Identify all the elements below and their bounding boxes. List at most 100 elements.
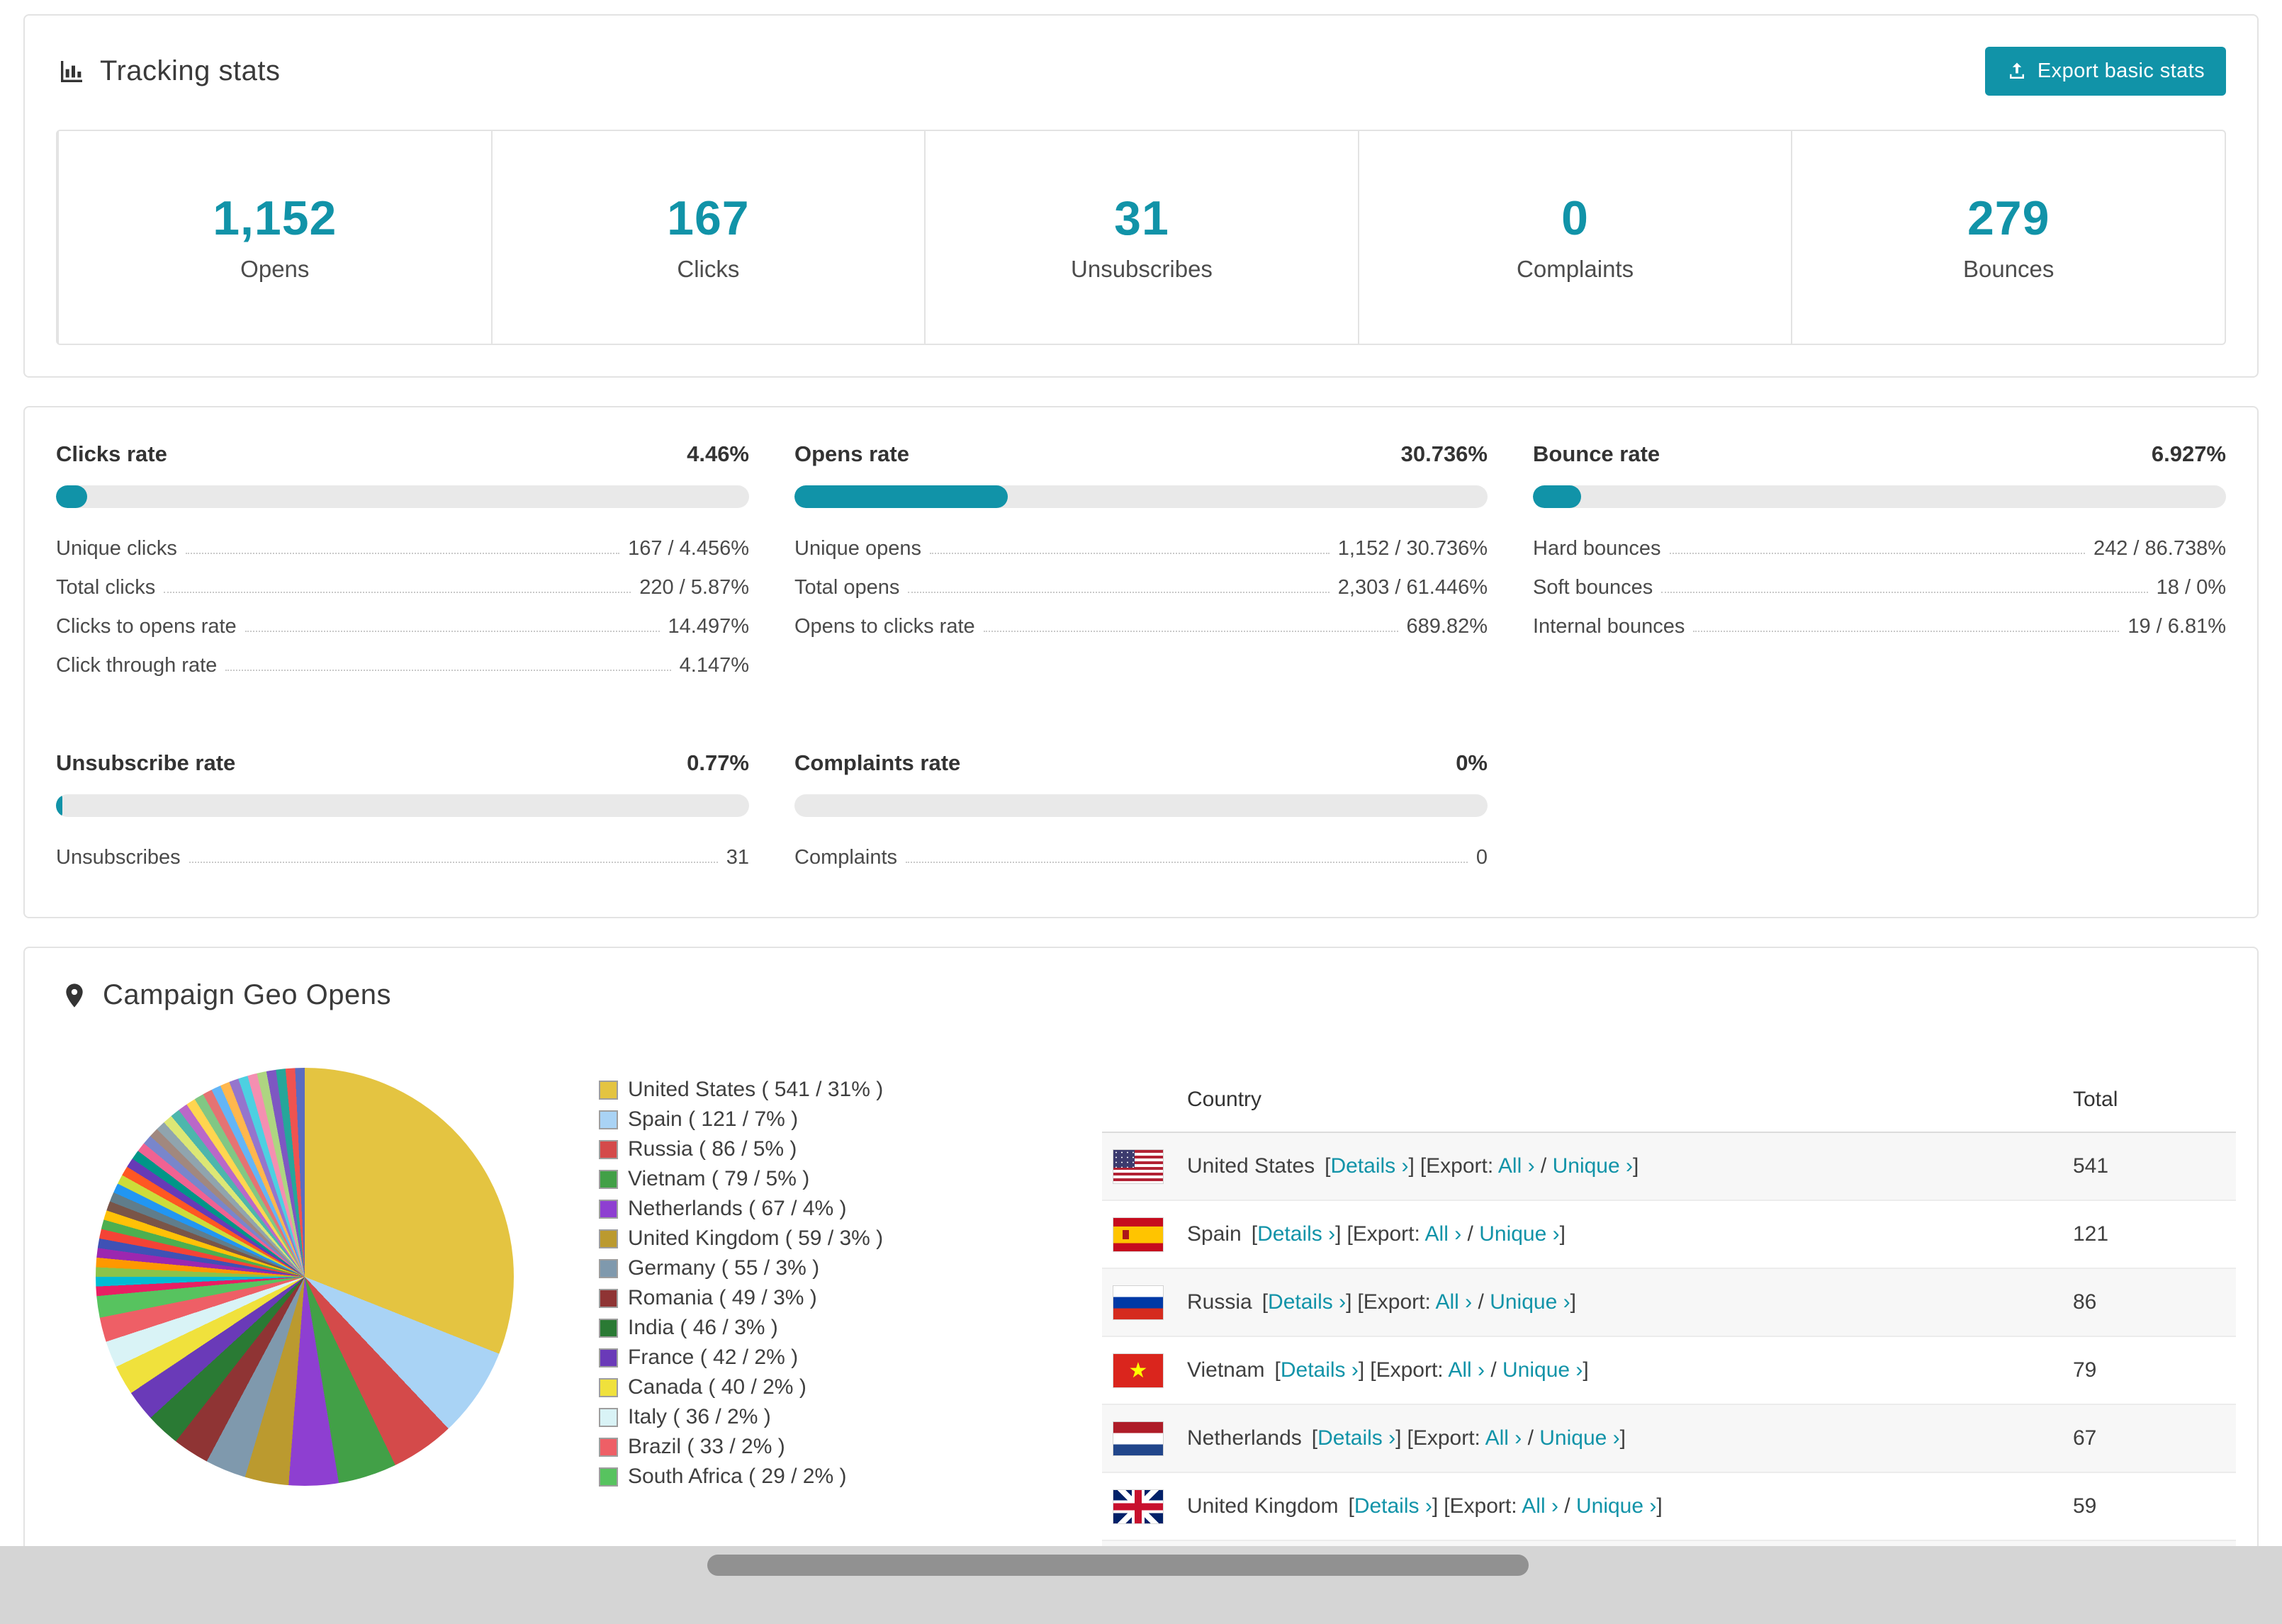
rate-row-value: 19 / 6.81% — [2128, 615, 2226, 638]
unsubscribe-rate-bar-fill — [56, 794, 62, 817]
clicks-rate-bar — [56, 485, 749, 508]
opens-rate-title: Opens rate — [794, 441, 909, 466]
country-flag-icon — [1113, 1217, 1163, 1251]
stat-label: Clicks — [677, 256, 740, 282]
export-unique-link[interactable]: Unique › — [1502, 1358, 1583, 1382]
legend-swatch — [599, 1139, 618, 1159]
country-total: 86 — [2073, 1290, 2097, 1314]
legend-item[interactable]: France ( 42 / 2% ) — [599, 1343, 925, 1372]
rate-row-label: Unsubscribes — [56, 846, 181, 869]
export-basic-stats-button[interactable]: Export basic stats — [1984, 47, 2226, 96]
export-all-link[interactable]: All › — [1522, 1494, 1558, 1518]
unsubscribe-rate-title: Unsubscribe rate — [56, 750, 236, 775]
legend-item[interactable]: India ( 46 / 3% ) — [599, 1313, 925, 1343]
bounce-rate-bar — [1533, 485, 2226, 508]
legend-label: United States ( 541 / 31% ) — [628, 1078, 884, 1101]
dotted-leader — [906, 862, 1468, 863]
rate-row-value: 14.497% — [668, 615, 750, 638]
stat-label: Bounces — [1962, 256, 2055, 282]
rate-row: Complaints 0 — [794, 838, 1488, 877]
tracking-stats-header: Tracking stats Export basic stats — [25, 16, 2257, 96]
details-link[interactable]: Details › — [1354, 1494, 1432, 1518]
dotted-leader — [189, 862, 718, 863]
legend-item[interactable]: United States ( 541 / 31% ) — [599, 1075, 925, 1105]
legend-item[interactable]: Canada ( 40 / 2% ) — [599, 1372, 925, 1402]
export-unique-link[interactable]: Unique › — [1490, 1290, 1570, 1314]
dotted-leader — [929, 553, 1330, 554]
legend-label: France ( 42 / 2% ) — [628, 1346, 799, 1369]
tracking-stats-title: Tracking stats — [100, 55, 281, 86]
rate-row-label: Clicks to opens rate — [56, 615, 237, 638]
details-link[interactable]: Details › — [1257, 1222, 1335, 1246]
geo-body: United States ( 541 / 31% ) Spain ( 121 … — [25, 1039, 2257, 1546]
stat-box: 167 Clicks — [490, 131, 925, 344]
rate-row: Opens to clicks rate 689.82% — [794, 607, 1488, 646]
rate-row-label: Complaints — [794, 846, 898, 869]
rate-row: Total clicks 220 / 5.87% — [56, 568, 749, 607]
legend-label: Netherlands ( 67 / 4% ) — [628, 1197, 847, 1220]
geo-table-row: Vietnam [Details ›] [Export: All › / Uni… — [1102, 1337, 2236, 1405]
export-label: Export: — [1449, 1494, 1517, 1518]
country-total: 541 — [2073, 1154, 2109, 1178]
rate-row-value: 220 / 5.87% — [639, 576, 749, 599]
rate-block-opens: Opens rate 30.736% Unique opens 1,152 / … — [794, 441, 1488, 685]
rate-row-value: 242 / 86.738% — [2093, 537, 2226, 560]
stat-label: Opens — [240, 256, 310, 282]
legend-label: Romania ( 49 / 3% ) — [628, 1286, 817, 1309]
clicks-rate-title: Clicks rate — [56, 441, 167, 466]
rate-row: Click through rate 4.147% — [56, 646, 749, 685]
export-unique-link[interactable]: Unique › — [1539, 1426, 1619, 1450]
legend-item[interactable]: Romania ( 49 / 3% ) — [599, 1283, 925, 1313]
total-column-header: Total — [2073, 1088, 2118, 1111]
horizontal-scrollbar-track[interactable] — [0, 1546, 2282, 1624]
dotted-leader — [908, 592, 1330, 593]
details-link[interactable]: Details › — [1268, 1290, 1346, 1314]
export-all-link[interactable]: All › — [1498, 1154, 1535, 1178]
legend-item[interactable]: Brazil ( 33 / 2% ) — [599, 1432, 925, 1462]
legend-item[interactable]: Spain ( 121 / 7% ) — [599, 1105, 925, 1134]
country-flag-icon — [1113, 1421, 1163, 1455]
legend-label: Russia ( 86 / 5% ) — [628, 1137, 797, 1161]
details-link[interactable]: Details › — [1317, 1426, 1395, 1450]
legend-swatch — [599, 1110, 618, 1129]
export-label: Export: — [1426, 1154, 1494, 1178]
geo-pie-chart — [96, 1068, 514, 1486]
stat-box: 279 Bounces — [1791, 131, 2225, 344]
details-link[interactable]: Details › — [1330, 1154, 1408, 1178]
country-name: Vietnam — [1187, 1358, 1265, 1382]
rate-row: Unique opens 1,152 / 30.736% — [794, 529, 1488, 568]
export-all-link[interactable]: All › — [1436, 1290, 1473, 1314]
export-label: Export: — [1376, 1358, 1444, 1382]
legend-item[interactable]: Vietnam ( 79 / 5% ) — [599, 1164, 925, 1194]
opens-rate-bar — [794, 485, 1488, 508]
legend-label: Canada ( 40 / 2% ) — [628, 1375, 806, 1399]
legend-item[interactable]: United Kingdom ( 59 / 3% ) — [599, 1224, 925, 1253]
horizontal-scrollbar-thumb[interactable] — [707, 1555, 1529, 1576]
rate-row-label: Total opens — [794, 576, 900, 599]
export-unique-link[interactable]: Unique › — [1479, 1222, 1559, 1246]
details-link[interactable]: Details › — [1281, 1358, 1359, 1382]
legend-label: Brazil ( 33 / 2% ) — [628, 1435, 785, 1458]
legend-swatch — [599, 1080, 618, 1100]
stats-summary-row: 1,152 Opens 167 Clicks 31 Unsubscribes 0… — [56, 130, 2226, 345]
country-name: Russia — [1187, 1290, 1252, 1314]
legend-item[interactable]: Italy ( 36 / 2% ) — [599, 1402, 925, 1432]
legend-item[interactable]: South Africa ( 29 / 2% ) — [599, 1462, 925, 1492]
export-all-link[interactable]: All › — [1485, 1426, 1522, 1450]
legend-swatch — [599, 1377, 618, 1397]
export-all-link[interactable]: All › — [1448, 1358, 1485, 1382]
export-label: Export: — [1352, 1222, 1420, 1246]
legend-item[interactable]: Germany ( 55 / 3% ) — [599, 1253, 925, 1283]
export-unique-link[interactable]: Unique › — [1576, 1494, 1656, 1518]
rate-block-unsubscribe: Unsubscribe rate 0.77% Unsubscribes 31 — [56, 750, 749, 877]
export-all-link[interactable]: All › — [1425, 1222, 1462, 1246]
export-unique-link[interactable]: Unique › — [1553, 1154, 1633, 1178]
legend-item[interactable]: Russia ( 86 / 5% ) — [599, 1134, 925, 1164]
geo-table-row: Netherlands [Details ›] [Export: All › /… — [1102, 1405, 2236, 1473]
complaints-rate-value: 0% — [1456, 750, 1488, 775]
legend-item[interactable]: Netherlands ( 67 / 4% ) — [599, 1194, 925, 1224]
stat-value: 0 — [1561, 191, 1589, 245]
rates-grid: Clicks rate 4.46% Unique clicks 167 / 4.… — [56, 441, 2226, 877]
rate-row-label: Unique opens — [794, 537, 921, 560]
geo-header: Campaign Geo Opens — [25, 948, 2257, 1011]
